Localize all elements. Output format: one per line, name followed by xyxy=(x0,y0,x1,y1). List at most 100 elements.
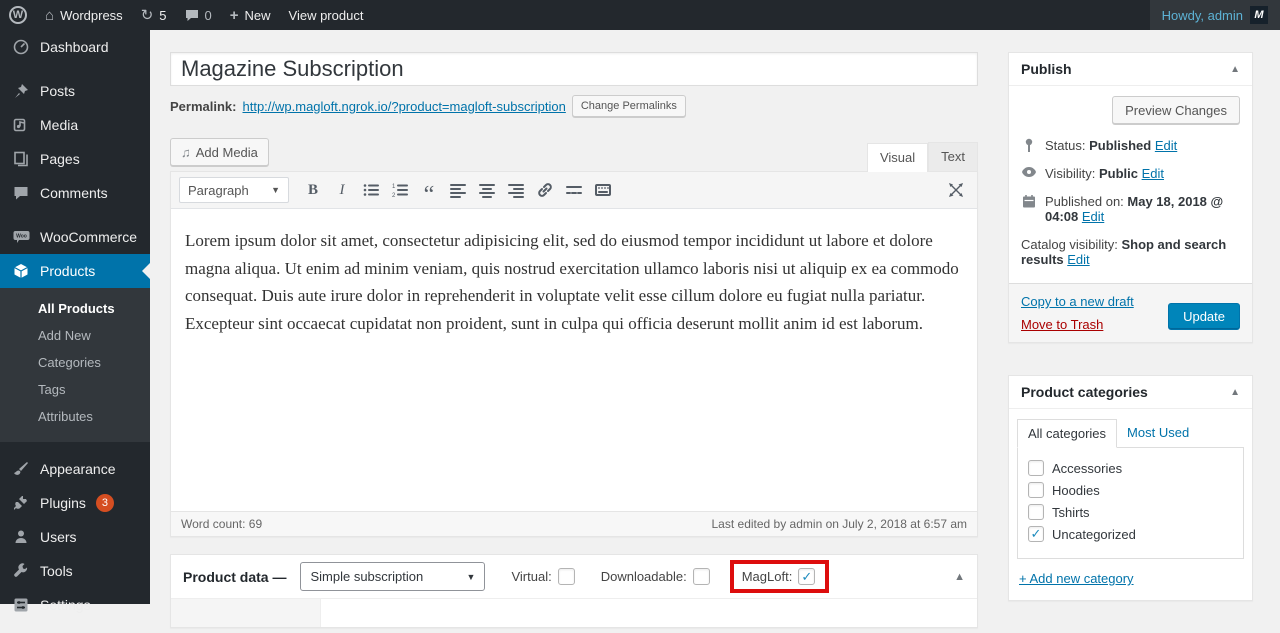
align-right-button[interactable] xyxy=(503,177,529,203)
link-button[interactable] xyxy=(532,177,558,203)
visibility-eye-icon xyxy=(1021,166,1037,178)
category-item-uncategorized[interactable]: Uncategorized xyxy=(1028,526,1233,542)
sidebar-item-users[interactable]: Users xyxy=(0,520,150,554)
svg-text:Woo: Woo xyxy=(16,234,27,240)
comments-count: 0 xyxy=(205,8,212,23)
sidebar-item-woocommerce[interactable]: Woo WooCommerce xyxy=(0,220,150,254)
submenu-attributes[interactable]: Attributes xyxy=(0,403,150,430)
category-item-accessories[interactable]: Accessories xyxy=(1028,460,1233,476)
catalog-edit-link[interactable]: Edit xyxy=(1067,252,1089,267)
downloadable-label: Downloadable: xyxy=(601,569,687,584)
paragraph-select[interactable]: Paragraph ▼ xyxy=(179,177,289,203)
category-item-tshirts[interactable]: Tshirts xyxy=(1028,504,1233,520)
category-checkbox[interactable] xyxy=(1028,460,1044,476)
add-new-category-link[interactable]: + Add new category xyxy=(1019,571,1134,586)
publish-panel: Publish ▲ Preview Changes Status: Publis… xyxy=(1008,52,1253,343)
copy-to-new-draft-link[interactable]: Copy to a new draft xyxy=(1021,294,1134,309)
move-to-trash-link[interactable]: Move to Trash xyxy=(1021,317,1103,332)
sidebar-item-plugins[interactable]: Plugins 3 xyxy=(0,486,150,520)
numbered-list-button[interactable]: 12 xyxy=(387,177,413,203)
products-box-icon xyxy=(12,262,30,280)
panel-collapse-icon[interactable]: ▲ xyxy=(1230,387,1240,398)
category-checkbox[interactable] xyxy=(1028,504,1044,520)
visibility-edit-link[interactable]: Edit xyxy=(1142,166,1164,181)
sidebar-item-tools[interactable]: Tools xyxy=(0,554,150,588)
status-pin-icon xyxy=(1021,138,1037,153)
permalink-url[interactable]: http://wp.magloft.ngrok.io/?product=magl… xyxy=(242,99,565,114)
svg-text:2: 2 xyxy=(392,193,396,199)
tab-most-used[interactable]: Most Used xyxy=(1117,419,1199,447)
sidebar-item-products[interactable]: Products xyxy=(0,254,150,288)
submenu-tags[interactable]: Tags xyxy=(0,376,150,403)
align-left-button[interactable] xyxy=(445,177,471,203)
fullscreen-icon[interactable] xyxy=(943,177,969,203)
submenu-all-products[interactable]: All Products xyxy=(0,295,150,322)
pushpin-icon xyxy=(12,82,30,100)
media-note-icon: ♫ xyxy=(181,145,191,160)
change-permalinks-button[interactable]: Change Permalinks xyxy=(572,95,686,117)
new-label: New xyxy=(245,8,271,23)
status-edit-link[interactable]: Edit xyxy=(1155,138,1177,153)
view-product-link[interactable]: View product xyxy=(280,0,373,30)
panel-collapse-icon[interactable]: ▲ xyxy=(954,571,965,583)
word-count: Word count: 69 xyxy=(181,517,262,531)
new-menu[interactable]: + New xyxy=(221,0,280,30)
align-center-button[interactable] xyxy=(474,177,500,203)
wordpress-logo-icon: W xyxy=(9,6,27,24)
published-edit-link[interactable]: Edit xyxy=(1082,209,1104,224)
tab-visual[interactable]: Visual xyxy=(867,143,928,172)
blockquote-button[interactable]: “ xyxy=(416,177,442,203)
admin-sidebar: Dashboard Posts Media Pages Comments Woo… xyxy=(0,30,150,604)
panel-collapse-icon[interactable]: ▲ xyxy=(1230,64,1240,75)
site-menu[interactable]: ⌂ Wordpress xyxy=(36,0,132,30)
comments-menu[interactable]: 0 xyxy=(176,0,221,30)
submenu-add-new[interactable]: Add New xyxy=(0,322,150,349)
magloft-checkbox[interactable] xyxy=(798,568,815,585)
last-edited: Last edited by admin on July 2, 2018 at … xyxy=(712,517,968,531)
category-checkbox[interactable] xyxy=(1028,526,1044,542)
product-title-input[interactable] xyxy=(170,52,978,86)
permalink-row: Permalink: http://wp.magloft.ngrok.io/?p… xyxy=(170,95,978,117)
editor-paragraph: Lorem ipsum dolor sit amet, consectetur … xyxy=(185,227,963,337)
preview-changes-button[interactable]: Preview Changes xyxy=(1112,96,1240,124)
product-type-select[interactable]: Simple subscription ▼ xyxy=(300,562,485,591)
sidebar-item-dashboard[interactable]: Dashboard xyxy=(0,30,150,64)
toolbar-toggle-button[interactable] xyxy=(590,177,616,203)
editor-content-area[interactable]: Lorem ipsum dolor sit amet, consectetur … xyxy=(171,209,977,511)
italic-button[interactable]: I xyxy=(329,177,355,203)
tab-all-categories[interactable]: All categories xyxy=(1017,419,1117,448)
bullet-list-button[interactable] xyxy=(358,177,384,203)
bold-button[interactable]: B xyxy=(300,177,326,203)
tab-text[interactable]: Text xyxy=(928,142,978,171)
update-button[interactable]: Update xyxy=(1168,303,1240,330)
virtual-checkbox[interactable] xyxy=(558,568,575,585)
catalog-visibility-label: Catalog visibility: xyxy=(1021,237,1118,252)
sidebar-item-appearance[interactable]: Appearance xyxy=(0,452,150,486)
sidebar-item-comments[interactable]: Comments xyxy=(0,176,150,210)
admin-bar: W ⌂ Wordpress ↻ 5 0 + New View product H… xyxy=(0,0,1280,30)
publish-panel-header[interactable]: Publish ▲ xyxy=(1009,53,1252,86)
category-item-hoodies[interactable]: Hoodies xyxy=(1028,482,1233,498)
product-data-tabs-column xyxy=(171,599,321,628)
updates-menu[interactable]: ↻ 5 xyxy=(132,0,176,30)
read-more-button[interactable] xyxy=(561,177,587,203)
account-menu[interactable]: Howdy, admin M xyxy=(1150,0,1280,30)
permalink-label: Permalink: xyxy=(170,99,236,114)
appearance-brush-icon xyxy=(12,460,30,478)
add-media-button[interactable]: ♫ Add Media xyxy=(170,138,269,166)
submenu-categories[interactable]: Categories xyxy=(0,349,150,376)
downloadable-checkbox[interactable] xyxy=(693,568,710,585)
sidebar-item-posts[interactable]: Posts xyxy=(0,74,150,108)
publish-title: Publish xyxy=(1021,61,1072,77)
product-categories-panel: Product categories ▲ All categories Most… xyxy=(1008,375,1253,601)
comments-icon xyxy=(12,184,30,202)
visibility-value: Public xyxy=(1099,166,1138,181)
categories-title: Product categories xyxy=(1021,384,1148,400)
sidebar-item-pages[interactable]: Pages xyxy=(0,142,150,176)
svg-text:1: 1 xyxy=(392,184,396,190)
plugin-icon xyxy=(12,494,30,512)
wp-logo-menu[interactable]: W xyxy=(0,0,36,30)
categories-panel-header[interactable]: Product categories ▲ xyxy=(1009,376,1252,409)
category-checkbox[interactable] xyxy=(1028,482,1044,498)
sidebar-item-media[interactable]: Media xyxy=(0,108,150,142)
